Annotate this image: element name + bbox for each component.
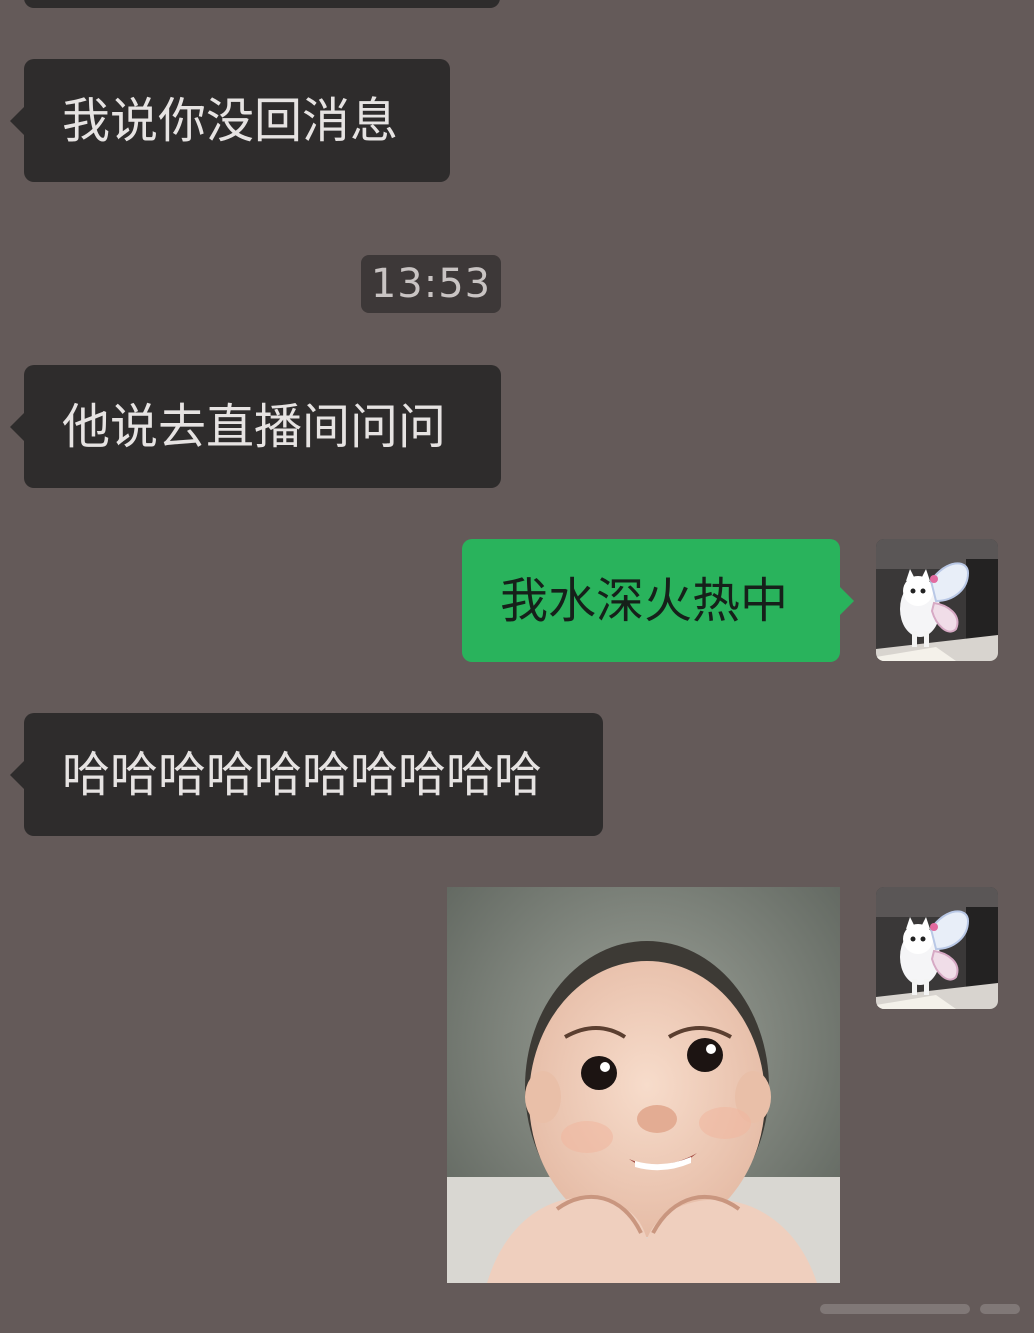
watermark-mark-icon: [820, 1304, 1020, 1314]
my-avatar[interactable]: [876, 539, 998, 661]
incoming-message-bubble[interactable]: 他说去直播间问问: [10, 365, 501, 488]
previous-message-bubble[interactable]: [24, 0, 500, 8]
message-timestamp: 13:53: [361, 255, 501, 313]
message-text: 哈哈哈哈哈哈哈哈哈哈: [62, 746, 543, 803]
my-avatar[interactable]: [876, 887, 998, 1009]
incoming-message-bubble[interactable]: 哈哈哈哈哈哈哈哈哈哈: [10, 713, 603, 836]
sent-image-message[interactable]: [447, 887, 840, 1283]
message-text: 我说你没回消息: [62, 92, 399, 149]
message-text: 他说去直播间问问: [62, 398, 447, 455]
incoming-message-bubble[interactable]: 我说你没回消息: [10, 59, 450, 182]
message-text: 我水深火热中: [500, 572, 789, 629]
baby-heart-hands-image-icon: [447, 887, 840, 1283]
outgoing-message-bubble[interactable]: 我水深火热中: [462, 539, 854, 662]
watermark: [820, 1300, 1025, 1318]
timestamp-text: 13:53: [370, 261, 492, 307]
chat-history[interactable]: 我说你没回消息 13:53 他说去直播间问问 我水深火热中 哈哈哈哈哈哈哈哈哈哈: [0, 0, 1034, 1333]
kitten-avatar-icon: [876, 887, 998, 1009]
kitten-avatar-icon: [876, 539, 998, 661]
